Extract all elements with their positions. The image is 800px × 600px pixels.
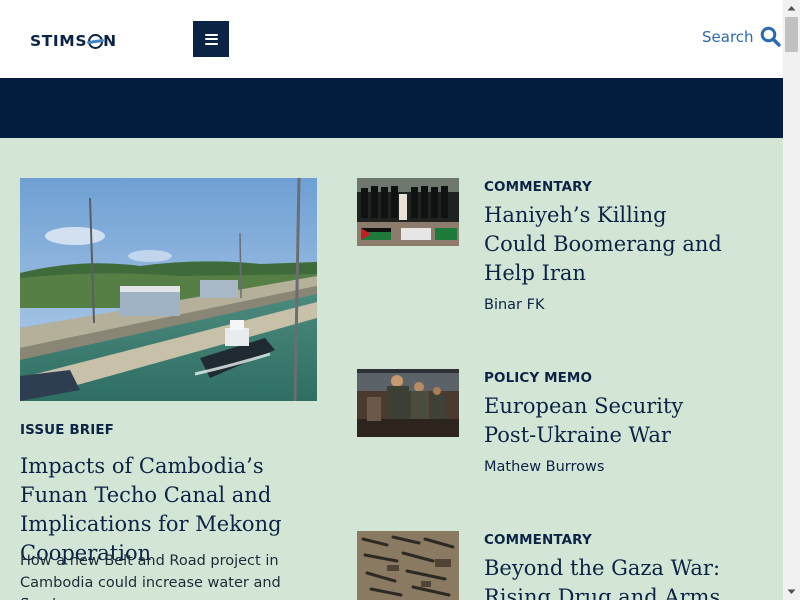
scroll-down-arrow-icon[interactable] <box>783 583 800 600</box>
search-icon <box>760 26 781 47</box>
menu-button[interactable] <box>193 21 229 57</box>
article-thumbnail[interactable] <box>357 369 459 437</box>
feature-image-canal-lock[interactable] <box>20 178 317 401</box>
feature-description: How a new Belt and Road project in Cambo… <box>20 553 281 600</box>
scrollbar-thumb[interactable] <box>785 17 798 52</box>
article-author-link[interactable]: Binar FK <box>484 297 729 313</box>
search-button[interactable]: Search <box>702 26 781 47</box>
article-meta: COMMENTARY Beyond the Gaza War: Rising D… <box>484 531 729 600</box>
site-header: STIMS N Search <box>0 0 783 78</box>
article-content-type: COMMENTARY <box>484 532 592 548</box>
article-meta: COMMENTARY Haniyeh’s Killing Could Boome… <box>484 178 729 313</box>
article-title-link[interactable]: Haniyeh’s Killing Could Boomerang and He… <box>484 201 729 288</box>
article-meta: POLICY MEMO European Security Post-Ukrai… <box>484 369 729 475</box>
logo-o-mark-icon <box>87 33 103 49</box>
hero-banner <box>0 78 783 138</box>
article-title-link[interactable]: Beyond the Gaza War: Rising Drug and Arm… <box>484 554 729 600</box>
vertical-scrollbar[interactable] <box>783 0 800 600</box>
logo-text-start: STIMS <box>30 32 88 50</box>
feature-content-type: ISSUE BRIEF <box>20 422 114 438</box>
stimson-logo[interactable]: STIMS N <box>30 30 117 52</box>
article-author-link[interactable]: Mathew Burrows <box>484 459 729 475</box>
article-content-type: POLICY MEMO <box>484 370 593 386</box>
article-thumbnail[interactable] <box>357 531 459 600</box>
hamburger-icon <box>204 33 218 45</box>
article-thumbnail[interactable] <box>357 178 459 246</box>
article-content-type: COMMENTARY <box>484 179 592 195</box>
search-label: Search <box>702 27 754 46</box>
scroll-up-arrow-icon[interactable] <box>783 0 800 17</box>
logo-text-end: N <box>103 32 117 50</box>
article-title-link[interactable]: European Security Post-Ukraine War <box>484 392 729 450</box>
